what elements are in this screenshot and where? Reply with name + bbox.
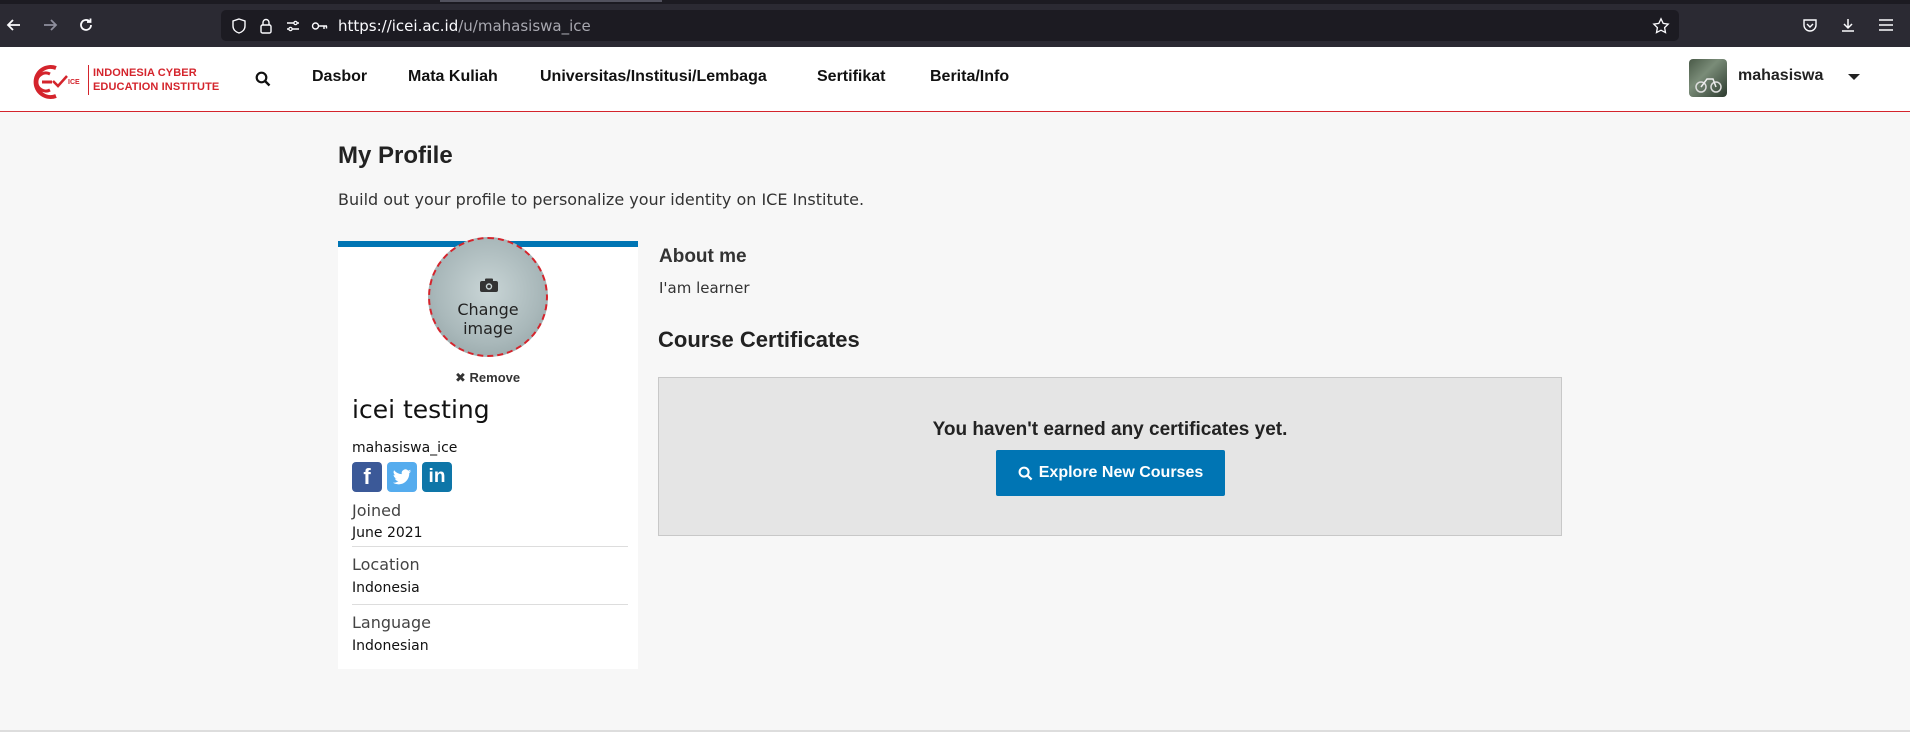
pocket-icon[interactable]: [1800, 15, 1820, 35]
about-text: I'am learner: [659, 279, 750, 297]
explore-courses-button[interactable]: Explore New Courses: [996, 450, 1225, 496]
search-icon[interactable]: [255, 71, 273, 89]
about-title: About me: [659, 246, 747, 267]
linkedin-icon[interactable]: in: [422, 462, 452, 492]
language-label: Language: [352, 613, 431, 632]
reload-icon[interactable]: [75, 14, 97, 36]
location-value: Indonesia: [352, 580, 420, 596]
joined-label: Joined: [352, 501, 402, 520]
page-title: My Profile: [338, 142, 453, 169]
change-image-label[interactable]: Change image: [430, 300, 546, 338]
facebook-icon[interactable]: f: [352, 462, 382, 492]
bookmark-star-icon[interactable]: [1651, 16, 1671, 36]
lock-icon[interactable]: [257, 17, 275, 35]
chevron-down-icon[interactable]: [1848, 74, 1860, 80]
menu-icon[interactable]: [1876, 15, 1896, 35]
browser-toolbar: https://icei.ac.id/u/mahasiswa_ice: [0, 0, 1910, 47]
logo-line-2: EDUCATION INSTITUTE: [93, 81, 220, 93]
profile-photo[interactable]: Change image: [428, 237, 548, 357]
close-icon: ✖: [455, 370, 466, 385]
username[interactable]: mahasiswa: [1738, 67, 1823, 85]
divider: [352, 604, 628, 605]
nav-sertifikat[interactable]: Sertifikat: [817, 68, 885, 86]
remove-label: Remove: [469, 370, 521, 385]
explore-label: Explore New Courses: [1038, 464, 1204, 481]
nav-universitas[interactable]: Universitas/Institusi/Lembaga: [540, 68, 767, 86]
divider: [352, 546, 628, 547]
twitter-icon[interactable]: [387, 462, 417, 492]
tab-strip: [0, 0, 1910, 4]
logo-mark-text: ICE: [68, 79, 80, 86]
logo-divider: [88, 65, 89, 95]
site-header: ICE INDONESIA CYBER EDUCATION INSTITUTE …: [0, 47, 1910, 112]
joined-value: June 2021: [352, 525, 423, 541]
nav-dasbor[interactable]: Dasbor: [312, 68, 367, 86]
address-bar[interactable]: https://icei.ac.id/u/mahasiswa_ice: [221, 10, 1679, 41]
downloads-icon[interactable]: [1838, 15, 1858, 35]
logo[interactable]: ICE INDONESIA CYBER EDUCATION INSTITUTE: [28, 61, 220, 103]
back-icon[interactable]: [3, 14, 25, 36]
location-label: Location: [352, 555, 420, 574]
full-name: icei testing: [352, 395, 490, 424]
forward-icon[interactable]: [39, 14, 61, 36]
certificates-empty-message: You haven't earned any certificates yet.: [932, 419, 1288, 440]
key-icon[interactable]: [311, 17, 329, 35]
page-subtitle: Build out your profile to personalize yo…: [338, 190, 865, 209]
remove-photo-button[interactable]: ✖ Remove: [455, 370, 520, 386]
logo-line-1: INDONESIA CYBER: [93, 67, 197, 79]
avatar[interactable]: [1689, 59, 1727, 97]
certificates-title: Course Certificates: [658, 327, 860, 352]
permissions-icon[interactable]: [284, 17, 302, 35]
username-handle: mahasiswa_ice: [352, 440, 458, 456]
certificates-empty-panel: You haven't earned any certificates yet.…: [658, 377, 1562, 536]
shield-icon[interactable]: [230, 17, 248, 35]
camera-icon: [480, 278, 498, 292]
url-path: /u/mahasiswa_ice: [458, 17, 591, 35]
logo-text: INDONESIA CYBER EDUCATION INSTITUTE: [93, 66, 219, 94]
language-value: Indonesian: [352, 638, 429, 654]
nav-mata-kuliah[interactable]: Mata Kuliah: [408, 68, 498, 86]
url-host: https://icei.ac.id: [338, 17, 459, 35]
search-icon: [1018, 466, 1033, 480]
nav-berita[interactable]: Berita/Info: [930, 68, 1009, 86]
active-tab-indicator: [440, 0, 662, 2]
profile-card: Change image ✖ Remove icei testing mahas…: [338, 237, 638, 669]
url-text[interactable]: https://icei.ac.id/u/mahasiswa_ice: [338, 17, 591, 35]
